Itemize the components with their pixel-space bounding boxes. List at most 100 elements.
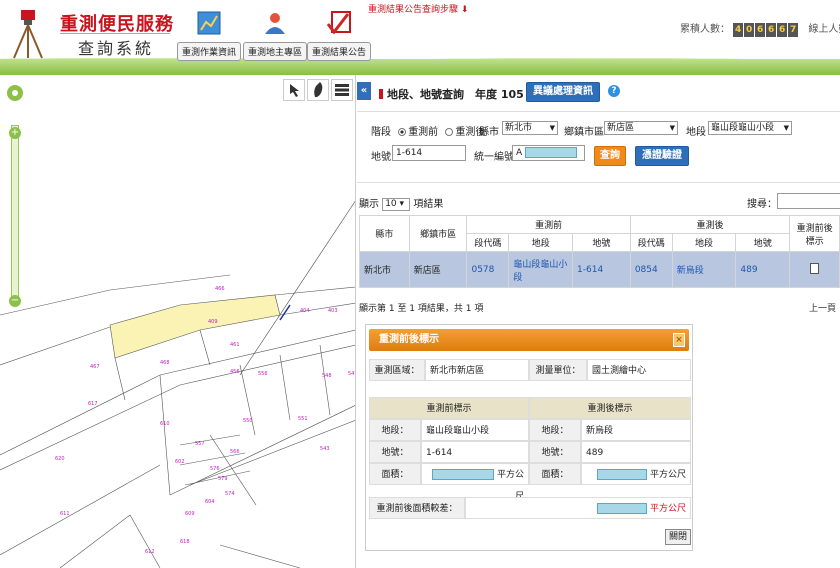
pan-arrows-icon[interactable] [5,81,25,111]
parcel-label: 403 [328,308,338,314]
cell-after-section[interactable]: 新烏段 [671,251,737,288]
header-grass-decoration [0,59,840,75]
nav-result-announcement[interactable]: 重測結果公告 [306,10,372,61]
col-before-lot[interactable]: 地號 [572,233,631,252]
after-section-value: 新烏段 [581,419,691,441]
online-visitors-label: 線上人數： [808,24,840,35]
cell-mark [789,251,840,288]
unit-label: 測量單位： [529,359,587,381]
cell-after-code[interactable]: 0854 [629,251,673,288]
area-diff-unit: 平方公尺 [649,504,686,514]
stage-row: 階段 重測前 重測後 [371,123,485,138]
visitor-counters: 累積人數： 406667 線上人數： [680,20,840,37]
district-label: 鄉鎮市區 [564,127,604,138]
parcel-label: 409 [208,319,218,325]
layers-icon [335,84,349,96]
title-divider [60,33,170,34]
total-visitors-label: 累積人數： [680,24,730,35]
col-city[interactable]: 縣市 [359,215,410,252]
map-toolbar [283,79,353,101]
lotno-label: 地號 [371,152,391,163]
lotno-input[interactable]: 1-614 [392,145,466,161]
dialog-title-bar: 重測前後標示 × [369,329,689,351]
parcel-label: 576 [210,466,220,472]
cadastral-map[interactable]: 466 409 404 403 468 461 467 456 556 617 … [0,75,356,568]
city-select[interactable]: 新北市 ▼ [502,121,558,135]
title-divider [357,111,840,112]
table-info: 顯示第 1 至 1 項結果，共 1 項 [359,304,484,314]
panel-title-text: 地段、地號查詢 [387,88,464,101]
search-input[interactable] [777,193,840,209]
before-size-value: 平方公尺 [421,463,529,502]
pager-prev[interactable]: 上一頁 [809,301,836,314]
cell-after-lot[interactable]: 489 [735,251,791,288]
parcel-label: 620 [55,456,65,462]
parcel-label: 618 [180,539,190,545]
announcement-steps-link[interactable]: 重測結果公告查詢步驟 ⬇ [368,2,468,15]
nav-survey-info-label: 重測作業資訊 [176,42,241,61]
cell-before-section[interactable]: 龜山段龜山小段 [508,251,574,288]
objection-info-button[interactable]: 異議處理資訊 [526,82,600,102]
after-header: 重測後標示 [529,397,691,419]
layers-button[interactable] [331,79,353,101]
dialog-close-icon[interactable]: × [673,333,685,347]
table-row[interactable]: 新北市 新店區 0578 龜山段龜山小段 1-614 0854 新烏段 489 [359,251,840,288]
cell-before-lot[interactable]: 1-614 [572,251,631,288]
chevron-down-icon: ▼ [549,124,555,132]
pointer-tool-button[interactable] [283,79,305,101]
after-section-label: 地段： [529,419,581,441]
id-input[interactable]: A [512,145,585,161]
query-button[interactable]: 查詢 [594,146,626,166]
redacted-area-mask [597,503,648,514]
before-header: 重測前標示 [369,397,529,419]
zoom-in-button[interactable]: + [9,127,21,139]
mark-dialog: 重測前後標示 × 重測區域： 新北市新店區 測量單位： 國土測繪中心 重測前標示… [365,324,693,551]
cell-before-code[interactable]: 0578 [466,251,510,288]
col-before-code[interactable]: 段代碼 [466,233,510,252]
parcel-label: 468 [160,360,170,366]
taiwan-map-button[interactable] [307,79,329,101]
parcel-map-canvas[interactable]: 466 409 404 403 468 461 467 456 556 617 … [0,75,356,568]
unit-value: 國土測繪中心 [587,359,691,381]
stage-after-radio[interactable] [445,128,454,136]
col-after-code[interactable]: 段代碼 [629,233,673,252]
district-select-value: 新店區 [607,123,635,133]
length-prefix: 顯示 [359,199,379,210]
nav-survey-info[interactable]: 重測作業資訊 [176,10,242,61]
area-diff-value: 平方公尺 [465,497,691,519]
col-after-lot[interactable]: 地號 [735,233,791,252]
map-zoom-control[interactable]: + − [5,81,25,307]
page-length-control: 顯示 10 ▾ 項結果 [359,195,443,211]
download-icon: ⬇ [460,5,469,15]
stage-before-radio[interactable] [398,128,407,136]
nav-result-announcement-label: 重測結果公告 [306,42,371,61]
parcel-label: 566 [230,449,240,455]
parcel-label: 550 [243,418,253,424]
before-section-value: 龜山段龜山小段 [421,419,529,441]
page-length-value: 10 [385,198,397,209]
page-length-select[interactable]: 10 ▾ [382,197,411,211]
zoom-slider-track[interactable] [11,125,19,305]
col-district[interactable]: 鄉鎮市區 [408,215,468,252]
col-after-section[interactable]: 地段 [671,233,737,252]
id-input-value: A [516,148,523,158]
dialog-close-button[interactable]: 關閉 [665,529,691,545]
section-select[interactable]: 龜山段龜山小段 ▼ [708,121,792,135]
id-label: 統一編號 [474,152,514,163]
col-mark: 重測前後標示 [789,215,840,252]
nav-owner-area[interactable]: 重測地主專區 [242,10,308,61]
length-suffix: 項結果 [413,199,444,210]
parcel-label: 466 [215,286,225,292]
col-before-section[interactable]: 地段 [508,233,574,252]
zoom-out-button[interactable]: − [9,295,21,307]
certificate-verify-button[interactable]: 憑證驗證 [635,146,689,166]
redacted-area-mask [432,469,495,480]
collapse-panel-button[interactable]: « [357,82,371,100]
parcel-label: 574 [225,491,235,497]
counter-digit: 4 [733,23,744,37]
panel-title: 地段、地號查詢 [379,86,464,102]
district-select[interactable]: 新店區 ▼ [604,121,678,135]
help-icon[interactable]: ? [608,85,620,97]
document-icon[interactable] [810,262,820,274]
chevron-down-icon: ▼ [669,124,675,132]
